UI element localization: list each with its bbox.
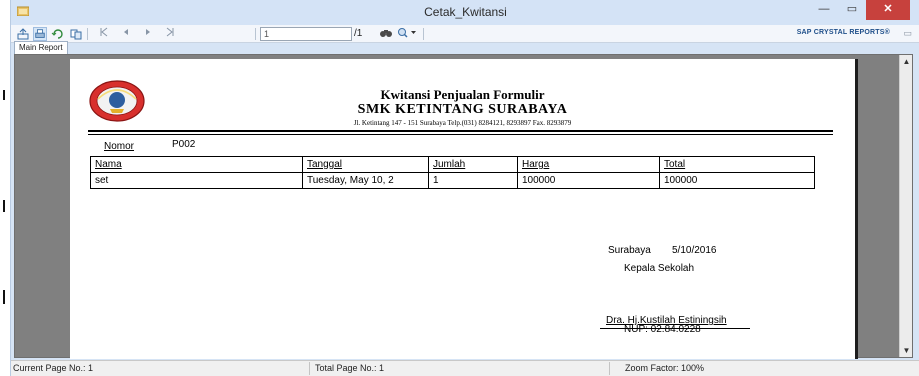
cell-total: 100000: [659, 172, 815, 189]
background-strip: [0, 0, 8, 376]
toolbar: 1 /1 SAP CRYSTAL REPORTS® ▭: [11, 25, 919, 43]
page-count-label: /1: [354, 28, 363, 39]
report-page: Kwitansi Penjualan Formulir SMK KETINTAN…: [70, 59, 855, 359]
toolbar-separator: [255, 28, 256, 40]
column-header-nama: Nama: [90, 156, 303, 173]
column-header-harga: Harga: [517, 156, 660, 173]
table-header-row: Nama Tanggal Jumlah Harga Total: [90, 156, 815, 173]
last-page-icon[interactable]: [163, 27, 177, 41]
toggle-group-tree-icon[interactable]: [69, 27, 83, 41]
next-page-icon[interactable]: [141, 27, 155, 41]
signer-nup: NUP: 02.84.0228: [624, 324, 701, 335]
signature-date: 5/10/2016: [672, 245, 717, 256]
total-page-status: Total Page No.: 1: [315, 363, 385, 373]
minimize-button[interactable]: —: [811, 0, 837, 20]
zoom-icon[interactable]: [397, 27, 419, 41]
maximize-button[interactable]: ▭: [839, 0, 865, 20]
toolbar-separator: [87, 28, 88, 40]
status-bar: Current Page No.: 1 Total Page No.: 1 Zo…: [11, 360, 919, 376]
signature-line: [600, 328, 750, 329]
items-table: Nama Tanggal Jumlah Harga Total set Tues…: [90, 156, 815, 189]
cell-tanggal: Tuesday, May 10, 2: [302, 172, 429, 189]
signature-position: Kepala Sekolah: [624, 263, 695, 274]
status-separator: [609, 362, 610, 375]
background-mark: [3, 200, 5, 212]
find-icon[interactable]: [379, 27, 393, 41]
brand-icon: ▭: [903, 28, 912, 38]
header-divider: [88, 130, 833, 132]
refresh-icon[interactable]: [51, 27, 65, 41]
school-name: SMK KETINTANG SURABAYA: [357, 102, 568, 117]
report-title: Kwitansi Penjualan Formulir: [380, 87, 545, 102]
current-page-status: Current Page No.: 1: [13, 363, 94, 373]
status-separator: [309, 362, 310, 375]
background-mark: [3, 90, 5, 100]
page-number-input[interactable]: 1: [260, 27, 352, 41]
toolbar-separator: [423, 28, 424, 40]
column-header-jumlah: Jumlah: [428, 156, 518, 173]
column-header-total: Total: [659, 156, 815, 173]
window-title: Cetak_Kwitansi: [424, 5, 507, 19]
vertical-scrollbar[interactable]: ▲ ▼: [899, 55, 912, 357]
school-address: Jl. Ketintang 147 - 151 Surabaya Telp.(0…: [353, 119, 572, 127]
previous-page-icon[interactable]: [119, 27, 133, 41]
zoom-status: Zoom Factor: 100%: [625, 363, 705, 373]
nomor-label: Nomor: [104, 141, 135, 152]
column-header-tanggal: Tanggal: [302, 156, 429, 173]
cell-harga: 100000: [517, 172, 660, 189]
signature-place: Surabaya: [608, 245, 651, 256]
scroll-down-icon[interactable]: ▼: [900, 344, 913, 357]
table-row: set Tuesday, May 10, 2 1 100000 100000: [90, 172, 815, 189]
report-viewer-window: Cetak_Kwitansi — ▭ ✕ 1 /1 SAP CRYSTAL RE…: [10, 0, 919, 376]
title-bar[interactable]: Cetak_Kwitansi — ▭ ✕: [11, 0, 919, 25]
first-page-icon[interactable]: [97, 27, 111, 41]
cell-jumlah: 1: [428, 172, 518, 189]
report-canvas: Kwitansi Penjualan Formulir SMK KETINTAN…: [14, 54, 913, 359]
cell-nama: set: [90, 172, 303, 189]
brand-label: SAP CRYSTAL REPORTS®: [796, 29, 890, 36]
scroll-up-icon[interactable]: ▲: [900, 55, 913, 68]
export-icon[interactable]: [16, 27, 30, 41]
header-divider: [88, 134, 833, 135]
close-button[interactable]: ✕: [866, 0, 910, 20]
nomor-value: P002: [172, 139, 196, 150]
tab-main-report[interactable]: Main Report: [14, 41, 68, 54]
print-icon[interactable]: [33, 27, 47, 41]
background-mark: [3, 290, 5, 304]
